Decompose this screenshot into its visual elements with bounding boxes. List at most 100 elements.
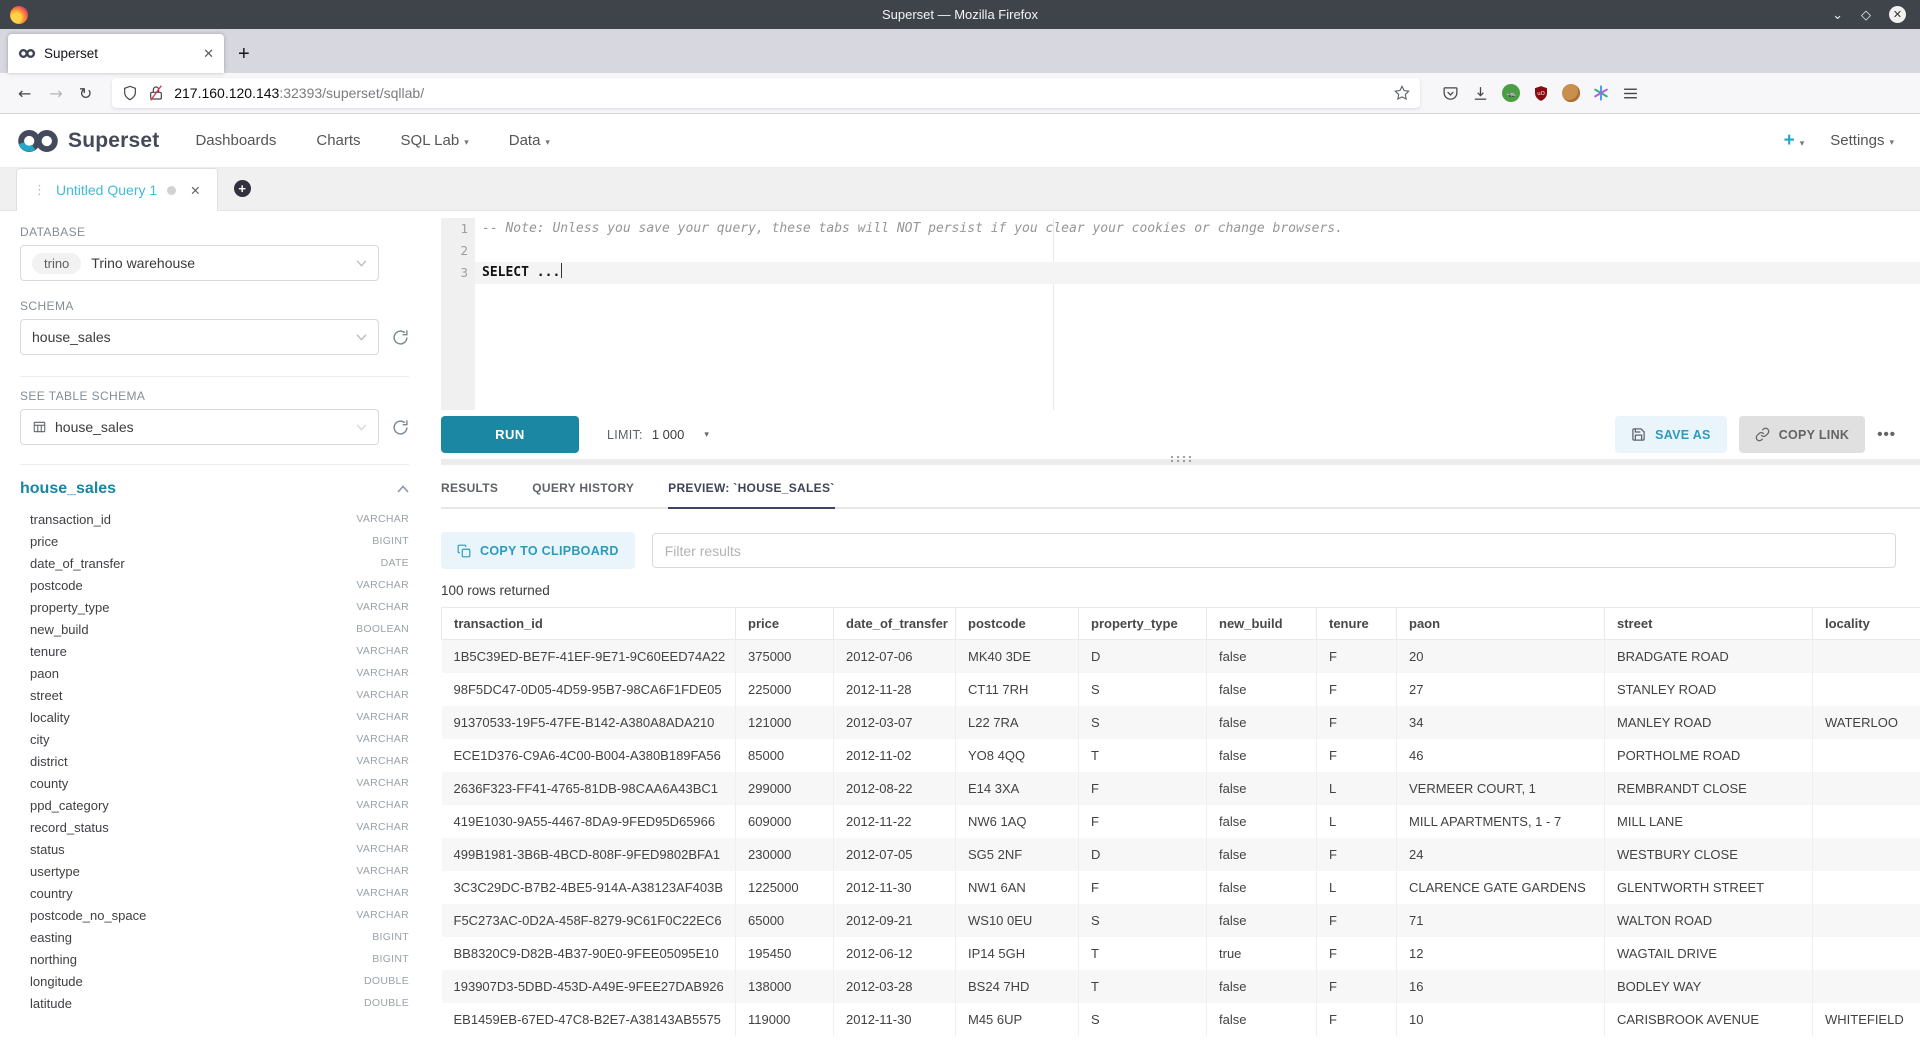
pocket-icon[interactable]	[1442, 85, 1459, 102]
run-button[interactable]: RUN	[441, 416, 579, 453]
new-query-tab-button[interactable]: +	[234, 180, 251, 197]
code-line: -- Note: Unless you save your query, the…	[475, 218, 1920, 240]
drag-handle-icon[interactable]: ⋮	[33, 183, 46, 198]
table-cell	[1813, 970, 1920, 1003]
query-tab-label: Untitled Query 1	[56, 182, 157, 198]
schema-column-row: eastingBIGINT	[20, 926, 409, 948]
table-select[interactable]: house_sales	[20, 409, 379, 445]
table-cell: 499B1981-3B6B-4BCD-808F-9FED9802BFA1	[442, 838, 736, 871]
copy-link-button[interactable]: COPY LINK	[1739, 416, 1866, 453]
table-row: 3C3C29DC-B7B2-4BE5-914A-A38123AF403B1225…	[442, 871, 1920, 904]
table-header-cell[interactable]: property_type	[1079, 608, 1207, 640]
window-close-icon[interactable]: ✕	[1889, 6, 1906, 23]
table-cell: 1225000	[736, 871, 834, 904]
query-tab[interactable]: ⋮ Untitled Query 1 ✕	[16, 168, 218, 211]
window-title: Superset — Mozilla Firefox	[0, 7, 1920, 22]
table-cell: 34	[1397, 706, 1605, 739]
schema-column-row: record_statusVARCHAR	[20, 816, 409, 838]
cookie-icon[interactable]	[1562, 84, 1580, 102]
table-header-cell[interactable]: paon	[1397, 608, 1605, 640]
save-as-button[interactable]: SAVE AS	[1615, 416, 1727, 453]
superset-favicon-icon	[18, 48, 36, 59]
new-tab-button[interactable]: +	[238, 43, 250, 66]
sql-editor[interactable]: 123 -- Note: Unless you save your query,…	[441, 218, 1920, 410]
table-header-cell[interactable]: street	[1605, 608, 1813, 640]
window-maximize-icon[interactable]: ◇	[1861, 8, 1871, 21]
table-header-cell[interactable]: date_of_transfer	[834, 608, 956, 640]
table-cell: F	[1317, 904, 1397, 937]
nav-sql-lab[interactable]: SQL Lab▾	[401, 132, 469, 149]
drag-grip-icon[interactable]	[1169, 455, 1193, 463]
column-name: status	[30, 842, 65, 857]
table-header-cell[interactable]: postcode	[956, 608, 1079, 640]
refresh-table-icon[interactable]	[379, 419, 409, 436]
lock-crossed-icon[interactable]	[148, 85, 164, 101]
superset-logo-icon	[16, 128, 60, 154]
column-type: VARCHAR	[356, 645, 409, 657]
copy-to-clipboard-button[interactable]: COPY TO CLIPBOARD	[441, 532, 635, 569]
chevron-up-icon[interactable]	[397, 485, 409, 493]
table-cell	[1813, 871, 1920, 904]
table-cell: 375000	[736, 640, 834, 674]
table-cell: false	[1207, 871, 1317, 904]
table-header-cell[interactable]: transaction_id	[442, 608, 736, 640]
tab-close-icon[interactable]: ✕	[203, 46, 214, 62]
back-icon[interactable]: ←	[18, 84, 31, 103]
tab-preview-house-sales[interactable]: PREVIEW: `HOUSE_SALES`	[668, 481, 834, 509]
superset-brand[interactable]: Superset	[16, 128, 159, 154]
tab-results[interactable]: RESULTS	[441, 481, 498, 509]
schema-column-row: northingBIGINT	[20, 948, 409, 970]
code-line	[475, 240, 1920, 262]
ublock-icon[interactable]: uO	[1533, 85, 1549, 102]
schema-column-row: longitudeDOUBLE	[20, 970, 409, 992]
table-cell: 46	[1397, 739, 1605, 772]
window-minimize-icon[interactable]: ⌄	[1832, 8, 1843, 21]
nav-charts[interactable]: Charts	[316, 132, 360, 149]
divider	[20, 464, 409, 465]
download-icon[interactable]	[1472, 85, 1489, 102]
add-new-button[interactable]: +▾	[1784, 130, 1805, 152]
column-name: transaction_id	[30, 512, 111, 527]
column-name: northing	[30, 952, 77, 967]
containers-icon[interactable]	[1593, 85, 1609, 101]
schema-column-row: postcode_no_spaceVARCHAR	[20, 904, 409, 926]
refresh-schema-icon[interactable]	[379, 329, 409, 346]
table-cell: T	[1079, 970, 1207, 1003]
reload-icon[interactable]: ↻	[79, 84, 92, 103]
database-select[interactable]: trino Trino warehouse	[20, 245, 379, 281]
privacy-badger-icon[interactable]: 🦡	[1502, 84, 1520, 102]
schema-select[interactable]: house_sales	[20, 319, 379, 355]
table-cell: 2012-03-28	[834, 970, 956, 1003]
more-options-icon[interactable]: •••	[1877, 426, 1896, 443]
column-name: locality	[30, 710, 70, 725]
url-bar[interactable]: 217.160.120.143:32393/superset/sqllab/	[112, 78, 1420, 108]
table-header-cell[interactable]: locality	[1813, 608, 1920, 640]
table-cell: 138000	[736, 970, 834, 1003]
nav-dashboards[interactable]: Dashboards	[195, 132, 276, 149]
table-cell: 91370533-19F5-47FE-B142-A380A8ADA210	[442, 706, 736, 739]
table-header-cell[interactable]: price	[736, 608, 834, 640]
settings-menu[interactable]: Settings▾	[1830, 132, 1894, 149]
limit-dropdown[interactable]: LIMIT: 1 000 ▾	[607, 427, 709, 442]
shield-icon[interactable]	[122, 85, 138, 101]
pane-resize-divider[interactable]	[441, 459, 1920, 465]
filter-results-input[interactable]	[652, 533, 1896, 568]
query-tab-close-icon[interactable]: ✕	[190, 183, 200, 198]
table-cell: T	[1079, 937, 1207, 970]
table-header-cell[interactable]: tenure	[1317, 608, 1397, 640]
brand-name: Superset	[68, 129, 159, 153]
table-header-cell[interactable]: new_build	[1207, 608, 1317, 640]
bookmark-star-icon[interactable]	[1394, 85, 1410, 101]
table-cell: SG5 2NF	[956, 838, 1079, 871]
tab-query-history[interactable]: QUERY HISTORY	[532, 481, 634, 509]
menu-hamburger-icon[interactable]	[1622, 85, 1639, 102]
browser-tab[interactable]: Superset ✕	[8, 34, 224, 73]
save-icon	[1631, 427, 1646, 442]
nav-data[interactable]: Data▾	[509, 132, 550, 149]
results-header-row: transaction_idpricedate_of_transferpostc…	[442, 608, 1920, 640]
schema-column-row: countyVARCHAR	[20, 772, 409, 794]
schema-column-row: ppd_categoryVARCHAR	[20, 794, 409, 816]
table-title[interactable]: house_sales	[20, 480, 116, 498]
forward-icon[interactable]: →	[49, 84, 62, 103]
table-cell: VERMEER COURT, 1	[1397, 772, 1605, 805]
